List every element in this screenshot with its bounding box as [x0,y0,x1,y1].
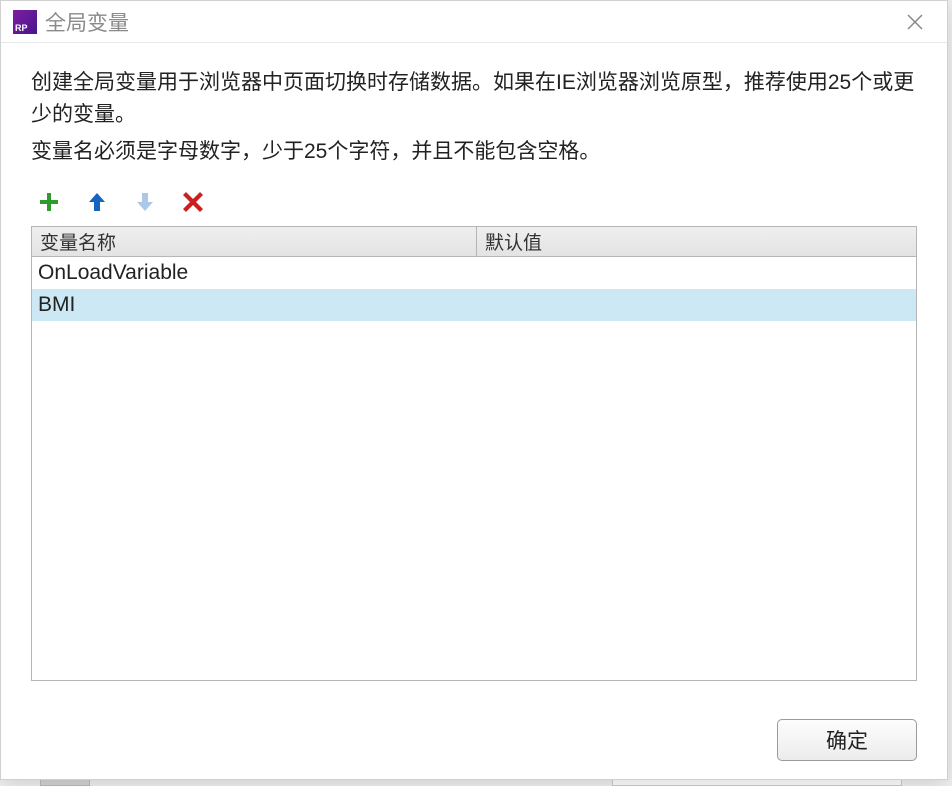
move-down-button [131,188,159,216]
table-row[interactable]: BMI [32,289,916,321]
delete-icon [182,191,204,213]
move-up-button[interactable] [83,188,111,216]
dialog-title: 全局变量 [45,7,895,37]
column-header-spacer [896,227,916,256]
global-variables-dialog: RP 全局变量 创建全局变量用于浏览器中页面切换时存储数据。如果在IE浏览器浏览… [0,0,948,780]
table-row[interactable]: OnLoadVariable [32,257,916,289]
delete-button[interactable] [179,188,207,216]
variables-table: 变量名称 默认值 OnLoadVariable BMI [31,226,917,682]
table-header: 变量名称 默认值 [32,227,916,257]
close-button[interactable] [895,2,935,42]
move-up-icon [86,191,108,213]
cell-variable-name: OnLoadVariable [32,259,477,287]
ok-button[interactable]: 确定 [777,719,917,761]
cell-variable-name: BMI [32,291,477,319]
toolbar [31,174,917,226]
app-icon-label: RP [13,23,30,34]
app-icon: RP [13,10,37,34]
table-body: OnLoadVariable BMI [32,257,916,681]
cell-default-value [477,271,916,275]
close-icon [906,13,924,31]
add-button[interactable] [35,188,63,216]
column-header-name[interactable]: 变量名称 [32,227,477,256]
column-header-default[interactable]: 默认值 [477,227,896,256]
cell-default-value [477,303,916,307]
dialog-content: 创建全局变量用于浏览器中页面切换时存储数据。如果在IE浏览器浏览原型，推荐使用2… [1,43,947,701]
move-down-icon [134,191,156,213]
add-icon [38,191,60,213]
dialog-footer: 确定 [1,701,947,779]
description-line-1: 创建全局变量用于浏览器中页面切换时存储数据。如果在IE浏览器浏览原型，推荐使用2… [31,67,917,130]
description-line-2: 变量名必须是字母数字，少于25个字符，并且不能包含空格。 [31,136,917,168]
titlebar: RP 全局变量 [1,1,947,43]
